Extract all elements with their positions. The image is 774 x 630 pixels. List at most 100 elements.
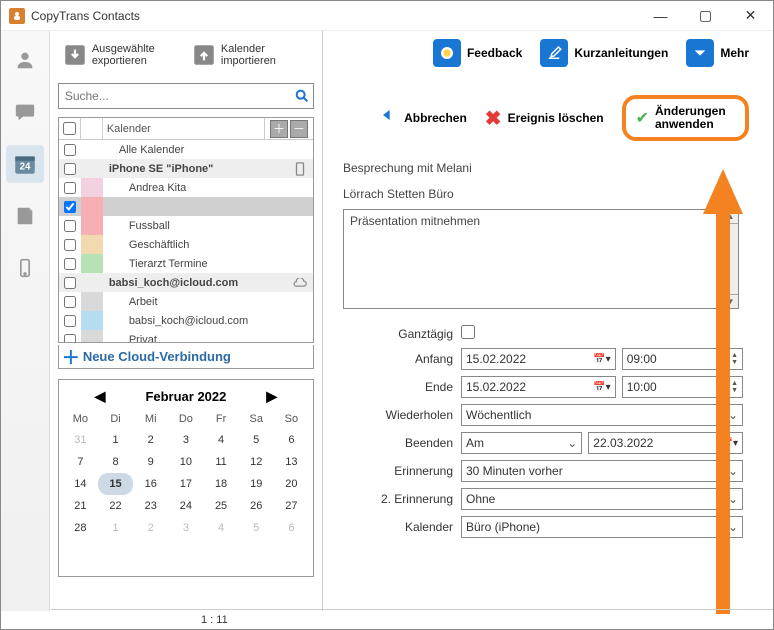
rail-notes[interactable] (6, 197, 44, 235)
calendar-day[interactable]: 28 (63, 517, 98, 539)
calendar-list: Kalender ＋ － Alle KalenderiPhone SE "iPh… (58, 117, 314, 343)
search-icon[interactable] (291, 88, 313, 104)
row-checkbox[interactable] (64, 277, 76, 289)
calendar-day[interactable]: 1 (98, 429, 133, 451)
calendar-day[interactable]: 26 (239, 495, 274, 517)
start-time-input[interactable]: 09:00▲▼ (622, 348, 743, 370)
list-header-name[interactable]: Kalender (103, 118, 265, 139)
calendar-row[interactable]: Alle Kalender (59, 140, 313, 159)
weekday-header: Sa (239, 409, 274, 429)
import-button[interactable]: Kalender importieren (187, 39, 314, 71)
calendar-group-header[interactable]: iPhone SE "iPhone" (59, 159, 313, 178)
end-time-input[interactable]: 10:00▲▼ (622, 376, 743, 398)
calendar-group-header[interactable]: babsi_koch@icloud.com (59, 273, 313, 292)
start-date-input[interactable]: 15.02.2022📅▾ (461, 348, 616, 370)
calendar-day[interactable]: 14 (63, 473, 98, 495)
close-button[interactable]: ✕ (728, 1, 773, 31)
calendar-day[interactable]: 22 (98, 495, 133, 517)
calendar-day[interactable]: 13 (274, 451, 309, 473)
calendar-row[interactable]: Tierarzt Termine (59, 254, 313, 273)
row-checkbox[interactable] (64, 239, 76, 251)
calendar-row[interactable]: Andrea Kita (59, 178, 313, 197)
more-button[interactable]: Mehr (686, 39, 749, 67)
row-checkbox[interactable] (64, 163, 76, 175)
calendar-day[interactable]: 31 (63, 429, 98, 451)
cal-prev[interactable]: ◀ (95, 388, 106, 405)
row-checkbox[interactable] (64, 201, 76, 213)
event-notes[interactable] (343, 209, 723, 309)
repeat-end-date-input[interactable]: 22.03.2022📅▾ (588, 432, 743, 454)
calendar-day[interactable]: 4 (203, 429, 238, 451)
calendar-day[interactable]: 3 (168, 517, 203, 539)
check-icon: ✔ (636, 108, 649, 128)
calendar-day[interactable]: 18 (203, 473, 238, 495)
minimize-button[interactable]: — (638, 1, 683, 31)
calendar-day[interactable]: 6 (274, 517, 309, 539)
row-checkbox[interactable] (64, 296, 76, 308)
rail-device[interactable] (6, 249, 44, 287)
calendar-day[interactable]: 3 (168, 429, 203, 451)
calendar-day[interactable]: 21 (63, 495, 98, 517)
cancel-button[interactable]: Abbrechen (378, 105, 467, 131)
maximize-button[interactable]: ▢ (683, 1, 728, 31)
calendar-row[interactable]: Geschäftlich (59, 235, 313, 254)
calendar-day[interactable]: 4 (203, 517, 238, 539)
repeat-end-mode-select[interactable]: Am (461, 432, 582, 454)
row-checkbox[interactable] (64, 334, 76, 343)
calendar-day[interactable]: 16 (133, 473, 168, 495)
calendar-row[interactable] (59, 197, 313, 216)
calendar-day[interactable]: 25 (203, 495, 238, 517)
calendar-day[interactable]: 5 (239, 429, 274, 451)
calendar-row[interactable]: Fussball (59, 216, 313, 235)
reminder-select[interactable]: 30 Minuten vorher (461, 460, 743, 482)
calendar-day[interactable]: 9 (133, 451, 168, 473)
allday-checkbox[interactable] (461, 325, 475, 339)
export-button[interactable]: Ausgewählte exportieren (58, 39, 185, 71)
end-date-input[interactable]: 15.02.2022📅▾ (461, 376, 616, 398)
row-checkbox[interactable] (64, 182, 76, 194)
row-checkbox[interactable] (64, 220, 76, 232)
calendar-select[interactable]: Büro (iPhone) (461, 516, 743, 538)
rail-messages[interactable] (6, 93, 44, 131)
rail-calendar[interactable]: 24 (6, 145, 44, 183)
calendar-day[interactable]: 7 (63, 451, 98, 473)
row-checkbox[interactable] (64, 144, 76, 156)
remove-calendar-icon[interactable]: － (290, 120, 308, 138)
cal-next[interactable]: ▶ (266, 388, 277, 405)
search-box[interactable] (58, 83, 314, 109)
calendar-day[interactable]: 2 (133, 429, 168, 451)
weekday-header: Do (168, 409, 203, 429)
calendar-day[interactable]: 5 (239, 517, 274, 539)
calendar-day[interactable]: 19 (239, 473, 274, 495)
row-checkbox[interactable] (64, 258, 76, 270)
apply-changes-button[interactable]: ✔ Änderungen anwenden (622, 95, 749, 141)
calendar-day[interactable]: 2 (133, 517, 168, 539)
row-checkbox[interactable] (64, 315, 76, 327)
calendar-day[interactable]: 15 (98, 473, 133, 495)
calendar-day[interactable]: 17 (168, 473, 203, 495)
add-calendar-icon[interactable]: ＋ (270, 120, 288, 138)
calendar-day[interactable]: 12 (239, 451, 274, 473)
calendar-day[interactable]: 24 (168, 495, 203, 517)
calendar-day[interactable]: 6 (274, 429, 309, 451)
select-all-checkbox[interactable] (63, 122, 76, 135)
quickguides-button[interactable]: Kurzanleitungen (540, 39, 668, 67)
calendar-day[interactable]: 20 (274, 473, 309, 495)
calendar-day[interactable]: 11 (203, 451, 238, 473)
repeat-select[interactable]: Wöchentlich (461, 404, 743, 426)
notes-scrollbar[interactable]: ▲ ▼ (723, 209, 739, 309)
calendar-day[interactable]: 27 (274, 495, 309, 517)
calendar-day[interactable]: 10 (168, 451, 203, 473)
calendar-row[interactable]: Privat (59, 330, 313, 342)
rail-contacts[interactable] (6, 41, 44, 79)
calendar-day[interactable]: 8 (98, 451, 133, 473)
reminder2-select[interactable]: Ohne (461, 488, 743, 510)
new-cloud-connection[interactable]: ＋ Neue Cloud-Verbindung (58, 345, 314, 369)
calendar-row[interactable]: Arbeit (59, 292, 313, 311)
delete-event-button[interactable]: ✖ Ereignis löschen (485, 106, 604, 131)
calendar-row[interactable]: babsi_koch@icloud.com (59, 311, 313, 330)
search-input[interactable] (59, 89, 291, 103)
calendar-day[interactable]: 23 (133, 495, 168, 517)
calendar-day[interactable]: 1 (98, 517, 133, 539)
feedback-button[interactable]: Feedback (433, 39, 522, 67)
